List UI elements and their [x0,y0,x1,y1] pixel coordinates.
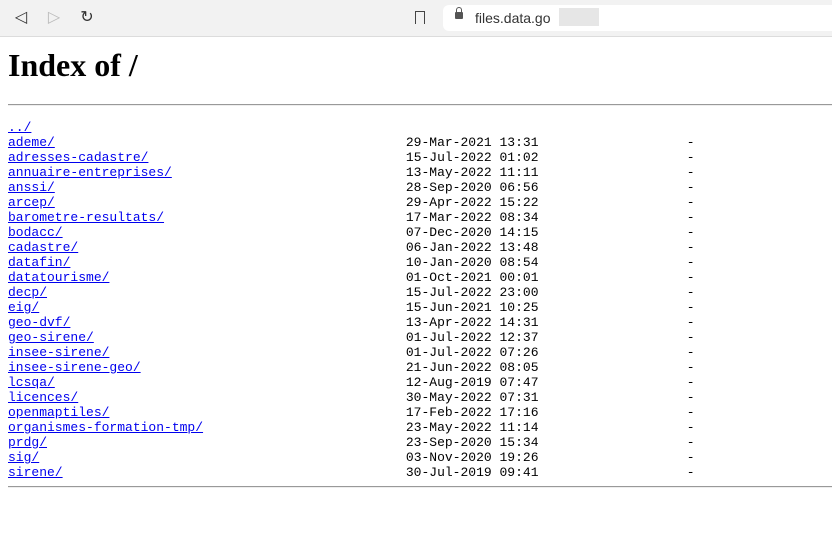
reload-icon[interactable]: ↻ [78,9,96,27]
modified-date: 07-Dec-2020 14:15 [405,225,539,240]
back-icon[interactable]: ◁ [12,9,30,27]
modified-date: 01-Jul-2022 07:26 [405,345,539,360]
file-size: - [686,435,695,450]
directory-link[interactable]: datatourisme/ [8,270,109,285]
url-text[interactable]: files.data.go [475,10,551,26]
browser-toolbar: ◁ ▷ ↻ files.data.go [0,0,832,37]
parent-directory-link[interactable]: ../ [8,120,31,135]
redacted-url [559,8,599,26]
file-size: - [686,285,695,300]
file-size: - [686,240,695,255]
bookmark-icon[interactable] [415,11,425,24]
forward-icon[interactable]: ▷ [45,9,63,27]
file-size: - [686,255,695,270]
directory-link[interactable]: arcep/ [8,195,55,210]
modified-date: 03-Nov-2020 19:26 [405,450,539,465]
page-content: Index of / ../ ademe/ 29-Mar-2021 13:31 … [0,47,832,488]
file-size: - [686,315,695,330]
modified-date: 15-Jul-2022 01:02 [405,150,539,165]
directory-link[interactable]: datafin/ [8,255,70,270]
directory-link[interactable]: openmaptiles/ [8,405,109,420]
directory-link[interactable]: sig/ [8,450,39,465]
divider [8,104,832,106]
file-size: - [686,375,695,390]
directory-link[interactable]: cadastre/ [8,240,78,255]
lock-icon [455,7,463,19]
modified-date: 30-Jul-2019 09:41 [405,465,539,480]
file-size: - [686,135,695,150]
directory-link[interactable]: licences/ [8,390,78,405]
divider [8,486,832,488]
file-size: - [686,465,695,480]
directory-link[interactable]: decp/ [8,285,47,300]
modified-date: 17-Feb-2022 17:16 [405,405,539,420]
file-size: - [686,450,695,465]
directory-link[interactable]: organismes-formation-tmp/ [8,420,203,435]
directory-link[interactable]: geo-dvf/ [8,315,70,330]
directory-link[interactable]: geo-sirene/ [8,330,94,345]
file-size: - [686,210,695,225]
modified-date: 01-Jul-2022 12:37 [405,330,539,345]
directory-link[interactable]: bodacc/ [8,225,63,240]
directory-link[interactable]: ademe/ [8,135,55,150]
directory-link[interactable]: adresses-cadastre/ [8,150,148,165]
directory-link[interactable]: eig/ [8,300,39,315]
modified-date: 13-Apr-2022 14:31 [405,315,539,330]
directory-listing: ../ ademe/ 29-Mar-2021 13:31 - adresses-… [8,120,832,480]
file-size: - [686,225,695,240]
modified-date: 23-May-2022 11:14 [405,420,539,435]
address-bar[interactable]: files.data.go [443,5,832,31]
modified-date: 10-Jan-2020 08:54 [405,255,539,270]
modified-date: 13-May-2022 11:11 [405,165,539,180]
directory-link[interactable]: prdg/ [8,435,47,450]
modified-date: 29-Mar-2021 13:31 [405,135,539,150]
file-size: - [686,345,695,360]
file-size: - [686,405,695,420]
directory-link[interactable]: barometre-resultats/ [8,210,164,225]
modified-date: 21-Jun-2022 08:05 [405,360,539,375]
modified-date: 12-Aug-2019 07:47 [405,375,539,390]
modified-date: 01-Oct-2021 00:01 [405,270,539,285]
directory-link[interactable]: insee-sirene-geo/ [8,360,141,375]
modified-date: 15-Jul-2022 23:00 [405,285,539,300]
file-size: - [686,180,695,195]
directory-link[interactable]: anssi/ [8,180,55,195]
file-size: - [686,420,695,435]
modified-date: 17-Mar-2022 08:34 [405,210,539,225]
directory-link[interactable]: insee-sirene/ [8,345,109,360]
directory-link[interactable]: sirene/ [8,465,63,480]
file-size: - [686,150,695,165]
file-size: - [686,390,695,405]
file-size: - [686,360,695,375]
file-size: - [686,195,695,210]
file-size: - [686,300,695,315]
file-size: - [686,270,695,285]
file-size: - [686,165,695,180]
modified-date: 29-Apr-2022 15:22 [405,195,539,210]
file-size: - [686,330,695,345]
modified-date: 06-Jan-2022 13:48 [405,240,539,255]
modified-date: 28-Sep-2020 06:56 [405,180,539,195]
modified-date: 30-May-2022 07:31 [405,390,539,405]
modified-date: 23-Sep-2020 15:34 [405,435,539,450]
directory-link[interactable]: annuaire-entreprises/ [8,165,172,180]
directory-link[interactable]: lcsqa/ [8,375,55,390]
modified-date: 15-Jun-2021 10:25 [405,300,539,315]
page-title: Index of / [8,47,138,83]
